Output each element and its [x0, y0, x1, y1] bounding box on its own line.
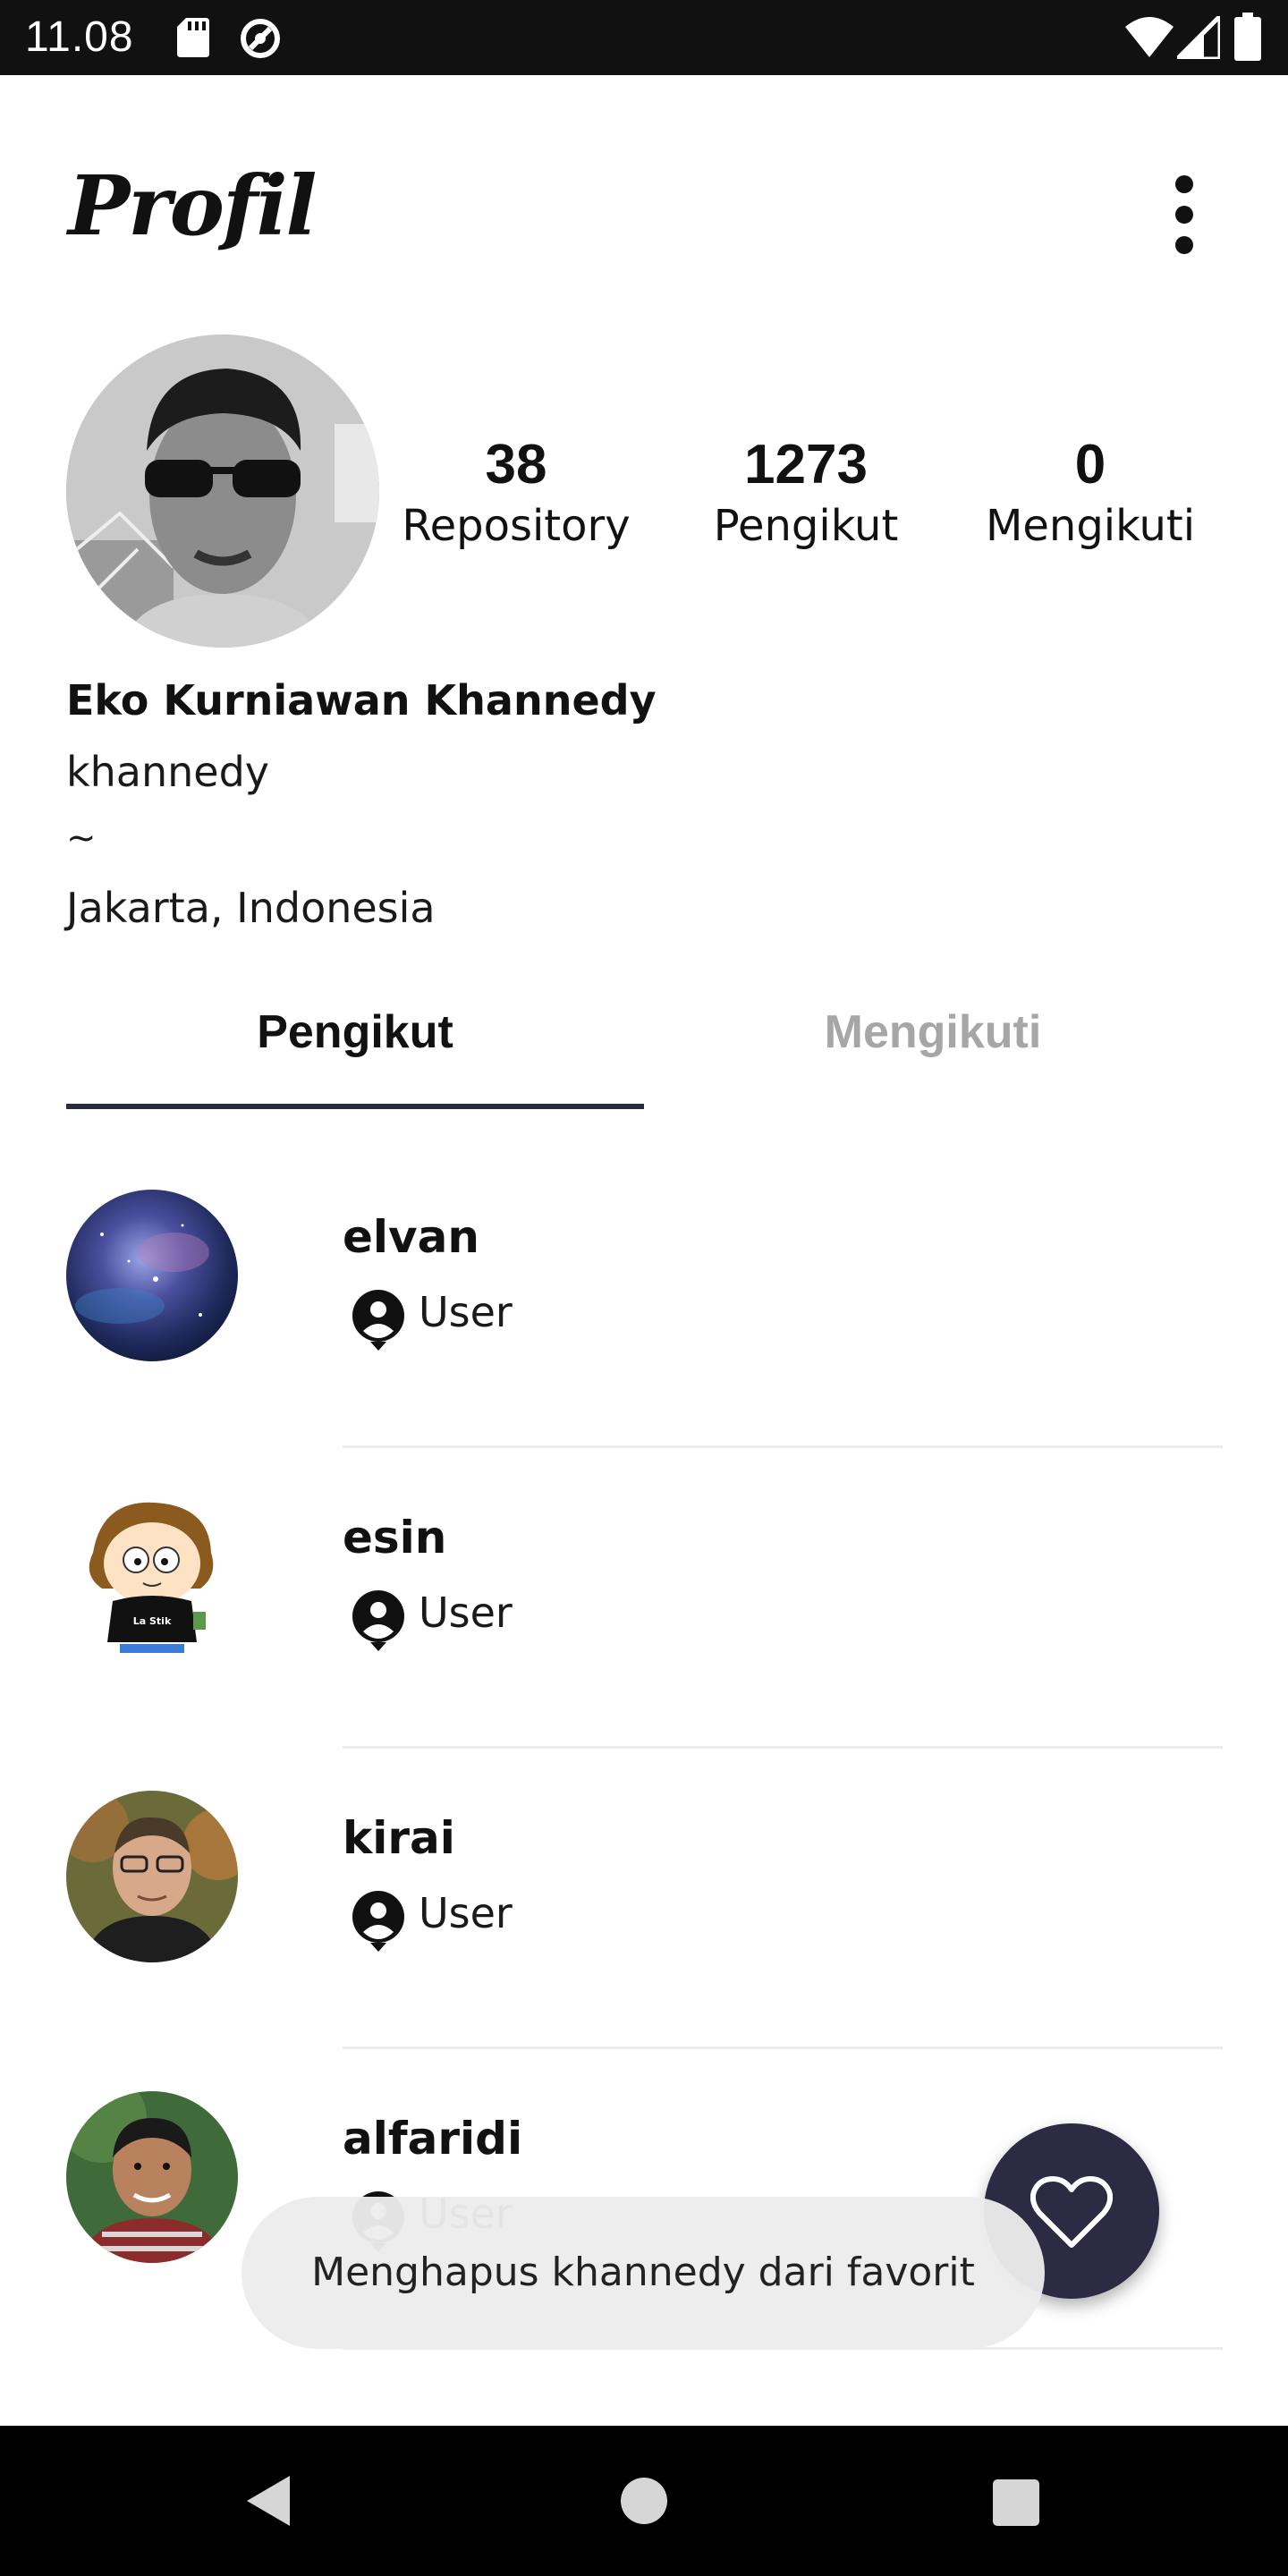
user-type: User	[419, 1889, 513, 1937]
following-label: Mengikuti	[985, 501, 1196, 551]
divider	[343, 1445, 1223, 1448]
list-item[interactable]: kirai User	[0, 1755, 1288, 2055]
cartoon-avatar: La Stik	[66, 1490, 238, 1662]
tab-followers[interactable]: Pengikut	[66, 1005, 644, 1059]
stat-followers: 1273 Pengikut	[694, 433, 918, 555]
battery-icon	[1234, 13, 1261, 61]
user-login: kirai	[343, 1812, 455, 1864]
wifi-icon	[1125, 17, 1174, 57]
user-pin-icon	[352, 1290, 404, 1351]
profile-photo	[66, 335, 379, 648]
repository-label: Repository	[402, 501, 631, 551]
stat-following: 0 Mengikuti	[971, 433, 1209, 555]
user-type: User	[419, 1288, 513, 1336]
user-login: alfaridi	[343, 2113, 523, 2165]
divider	[343, 1746, 1223, 1749]
user-avatar	[66, 2091, 238, 2263]
home-icon[interactable]	[621, 2478, 667, 2524]
more-vertical-icon	[1175, 175, 1193, 193]
toast-message: Menghapus khannedy dari favorit	[242, 2197, 1045, 2349]
cellular-signal-icon	[1177, 16, 1220, 59]
list-item[interactable]: elvan User	[0, 1154, 1288, 1454]
user-pin-icon	[352, 1590, 404, 1651]
profile-bio: ~	[66, 818, 97, 859]
user-pin-icon	[352, 1891, 404, 1952]
photo-avatar	[66, 2091, 238, 2263]
repository-count: 38	[485, 434, 547, 496]
stat-repository: 38 Repository	[394, 433, 639, 555]
sync-icon	[241, 19, 280, 58]
profile-location: Jakarta, Indonesia	[66, 884, 436, 932]
divider	[343, 2046, 1223, 2049]
tab-indicator	[66, 1104, 644, 1109]
list-item[interactable]: La Stik esin User	[0, 1454, 1288, 1755]
system-nav-bar	[0, 2426, 1288, 2576]
galaxy-avatar	[66, 1190, 238, 1361]
following-count: 0	[1074, 434, 1106, 496]
user-type: User	[419, 1589, 513, 1637]
profile-username: khannedy	[66, 748, 270, 796]
status-time: 11.08	[25, 13, 134, 61]
tab-following[interactable]: Mengikuti	[644, 1005, 1222, 1059]
status-bar: 11.08	[0, 0, 1288, 75]
followers-label: Pengikut	[713, 501, 899, 551]
page-title: Profil	[68, 157, 317, 254]
sd-card-icon	[177, 18, 209, 57]
profile-name: Eko Kurniawan Khannedy	[66, 676, 657, 724]
profile-avatar	[66, 335, 379, 648]
followers-count: 1273	[744, 434, 868, 496]
svg-text:La Stik: La Stik	[133, 1615, 172, 1627]
user-login: elvan	[343, 1211, 479, 1263]
more-options-button[interactable]	[1159, 165, 1209, 265]
recents-icon[interactable]	[993, 2479, 1039, 2526]
user-avatar	[66, 1190, 238, 1361]
photo-avatar	[66, 1791, 238, 1962]
user-avatar	[66, 1791, 238, 1962]
user-login: esin	[343, 1512, 447, 1563]
heart-outline-icon	[1030, 2176, 1113, 2248]
back-icon[interactable]	[243, 2472, 293, 2529]
user-avatar: La Stik	[66, 1490, 238, 1662]
